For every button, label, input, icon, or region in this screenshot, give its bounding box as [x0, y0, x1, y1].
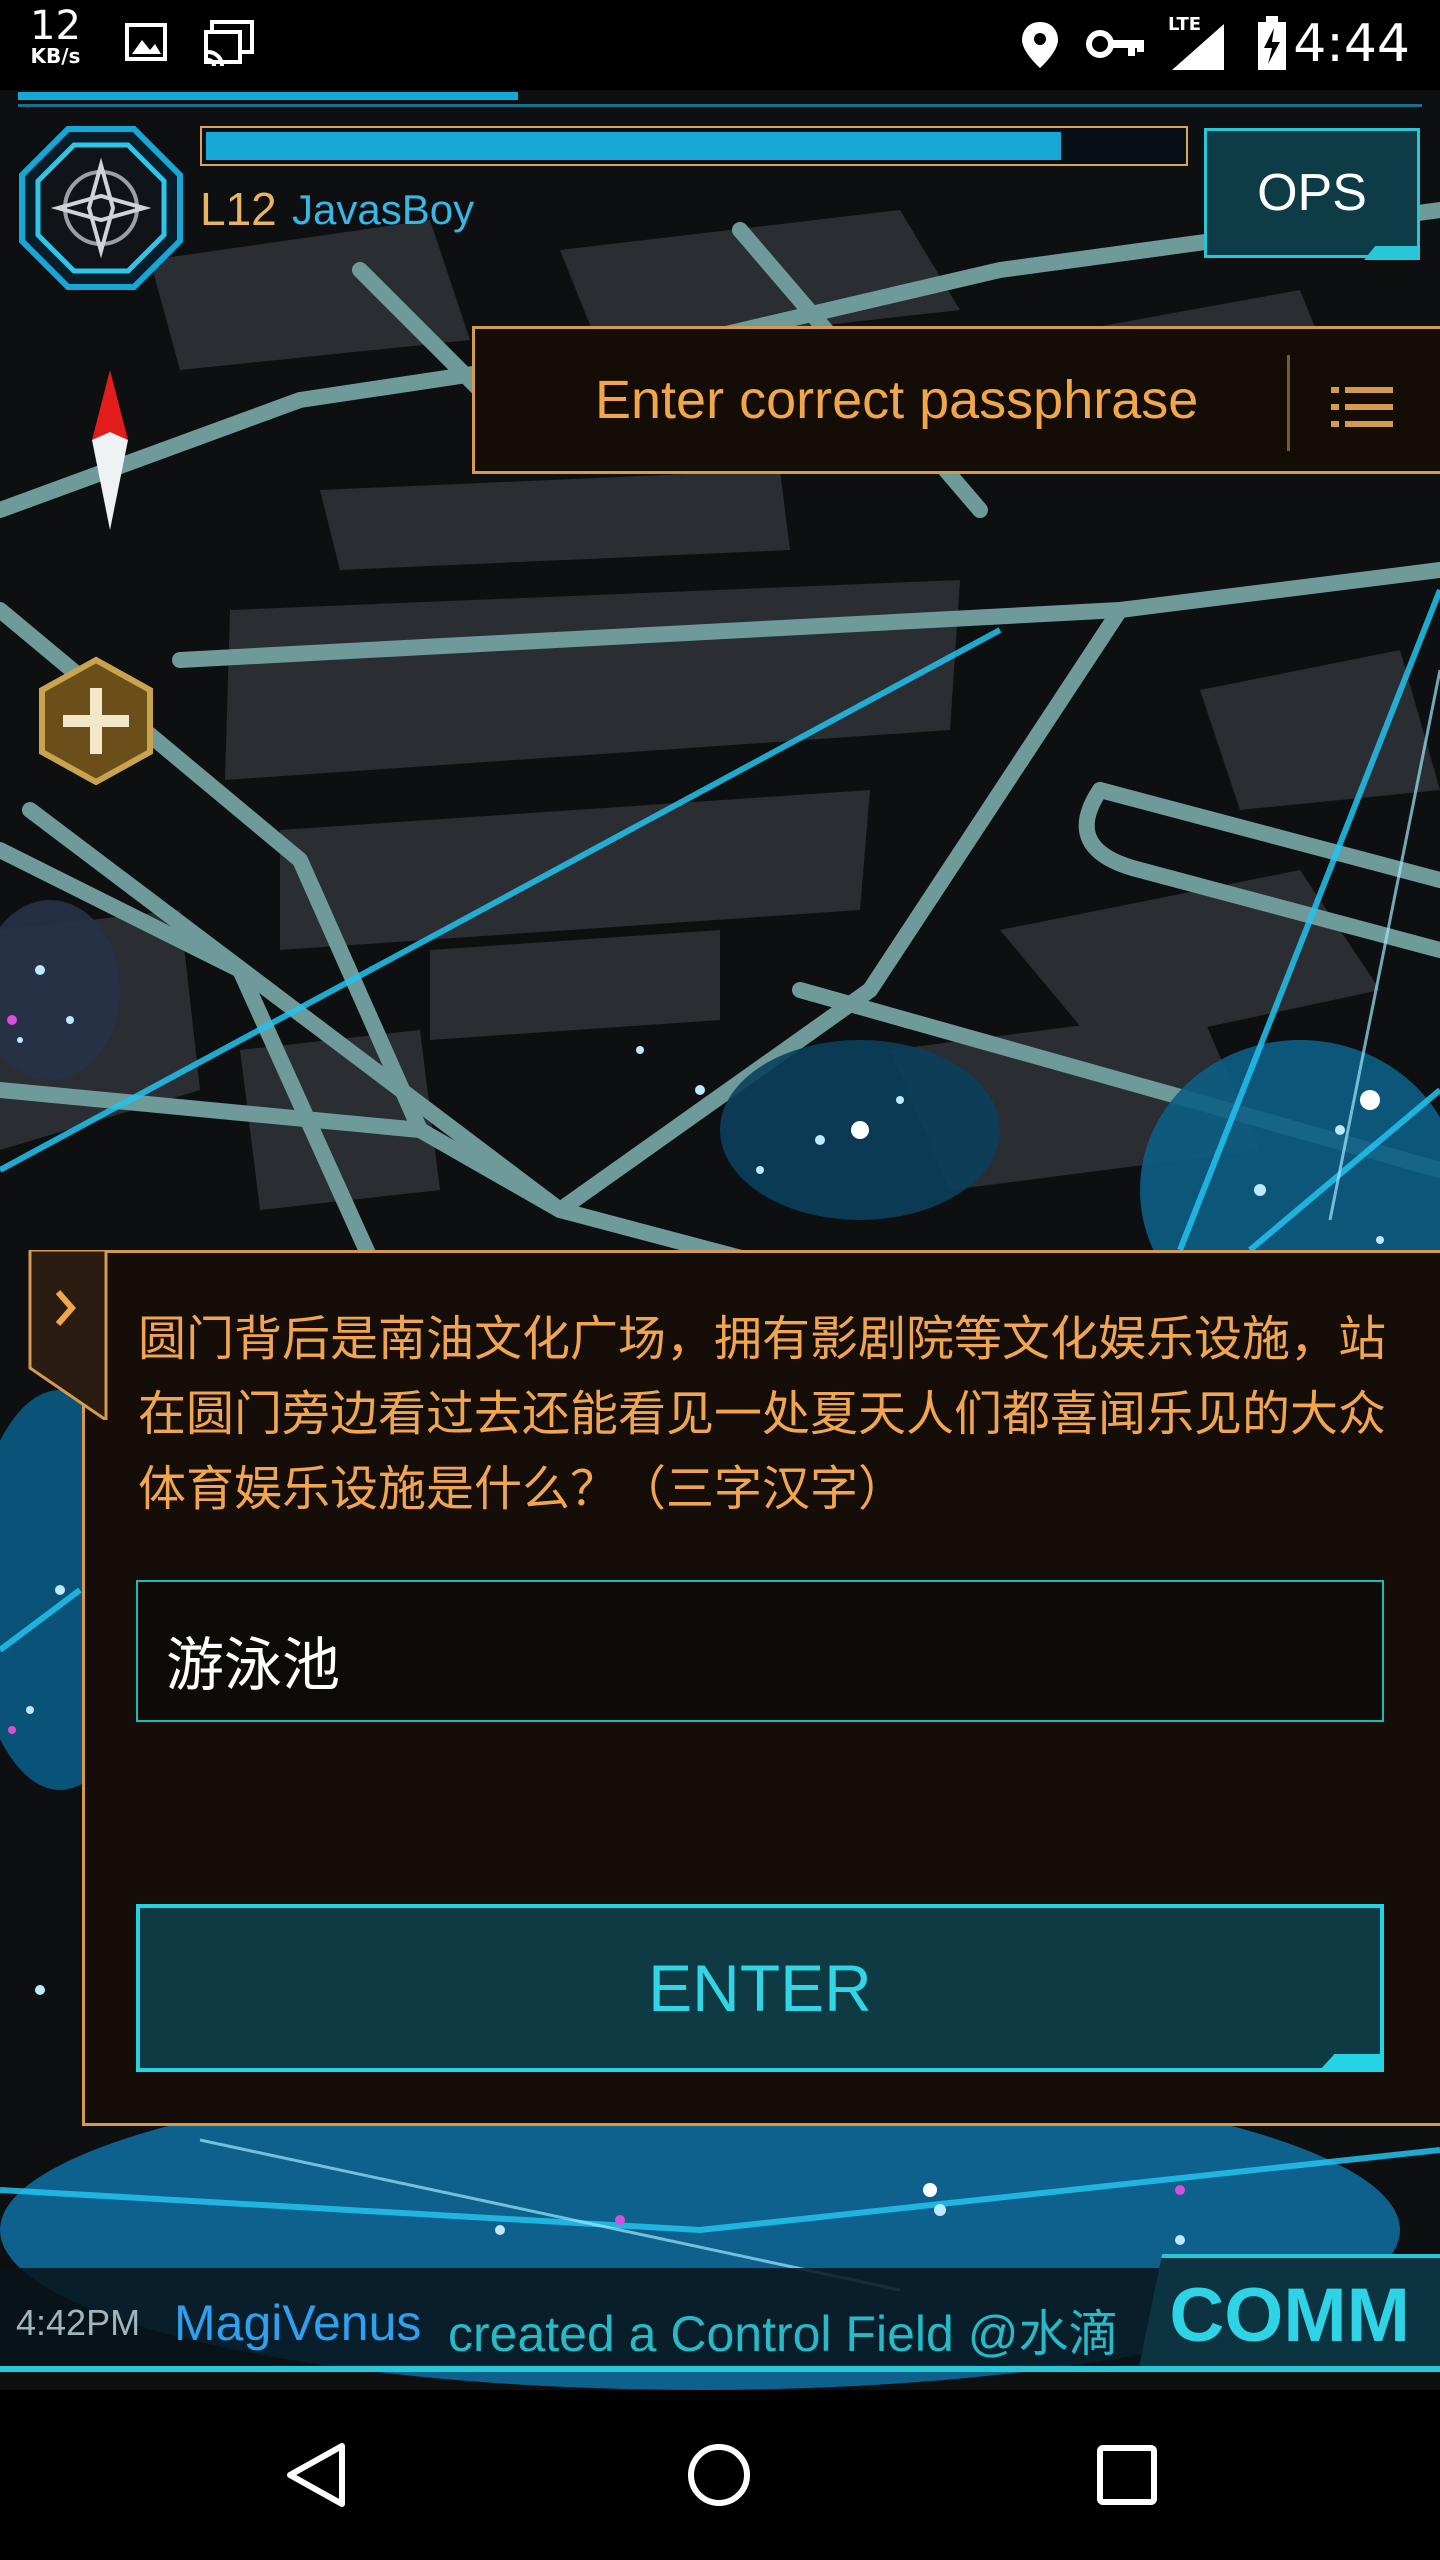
agent-avatar[interactable]	[18, 125, 184, 291]
agent-level: L12	[200, 183, 277, 235]
xp-progress-bar	[200, 126, 1188, 166]
battery-icon	[1256, 16, 1288, 76]
add-icon[interactable]	[36, 656, 156, 790]
network-speed: 12 KB/s	[30, 6, 81, 66]
collapse-tab[interactable]	[28, 1248, 108, 1423]
recents-icon[interactable]	[1092, 2440, 1162, 2514]
navigation-bar	[0, 2390, 1440, 2560]
cast-icon	[204, 20, 256, 74]
network-speed-unit: KB/s	[30, 44, 81, 68]
comm-divider	[0, 2366, 1440, 2372]
location-icon	[1020, 20, 1060, 74]
xp-strip-fill	[18, 92, 518, 100]
xp-progress-fill	[206, 132, 1061, 160]
clock: 4:44	[1293, 14, 1410, 74]
comm-timestamp: 4:42PM	[16, 2302, 141, 2343]
home-icon[interactable]	[684, 2440, 754, 2514]
ops-button[interactable]: OPS	[1204, 128, 1420, 258]
passcode-title: Enter correct passphrase	[595, 370, 1199, 430]
back-icon[interactable]	[282, 2440, 352, 2514]
passcode-input[interactable]: 游泳池	[136, 1580, 1384, 1722]
status-bar: 12 KB/s LTE 4:44	[0, 0, 1440, 90]
key-icon	[1086, 26, 1146, 66]
xp-strip	[18, 88, 1422, 107]
image-icon	[124, 20, 168, 68]
list-menu-icon[interactable]	[1331, 385, 1393, 433]
comm-message: created a Control Field @水滴	[448, 2306, 1119, 2362]
passcode-input-value: 游泳池	[166, 1631, 341, 1699]
passcode-header: Enter correct passphrase	[472, 326, 1440, 474]
header-divider	[1287, 355, 1290, 451]
enter-button[interactable]: ENTER	[136, 1904, 1384, 2072]
resistance-badge-icon	[19, 126, 183, 290]
comm-button[interactable]: COMM	[1138, 2254, 1440, 2372]
compass-icon[interactable]	[88, 370, 132, 534]
signal-icon	[1168, 22, 1226, 76]
agent-name[interactable]: JavasBoy	[292, 186, 474, 234]
comm-agent-name[interactable]: MagiVenus	[174, 2294, 421, 2352]
network-speed-value: 12	[30, 3, 81, 49]
passcode-question: 圆门背后是南油文化广场，拥有影剧院等文化娱乐设施，站在圆门旁边看过去还能看见一处…	[138, 1311, 1387, 1517]
